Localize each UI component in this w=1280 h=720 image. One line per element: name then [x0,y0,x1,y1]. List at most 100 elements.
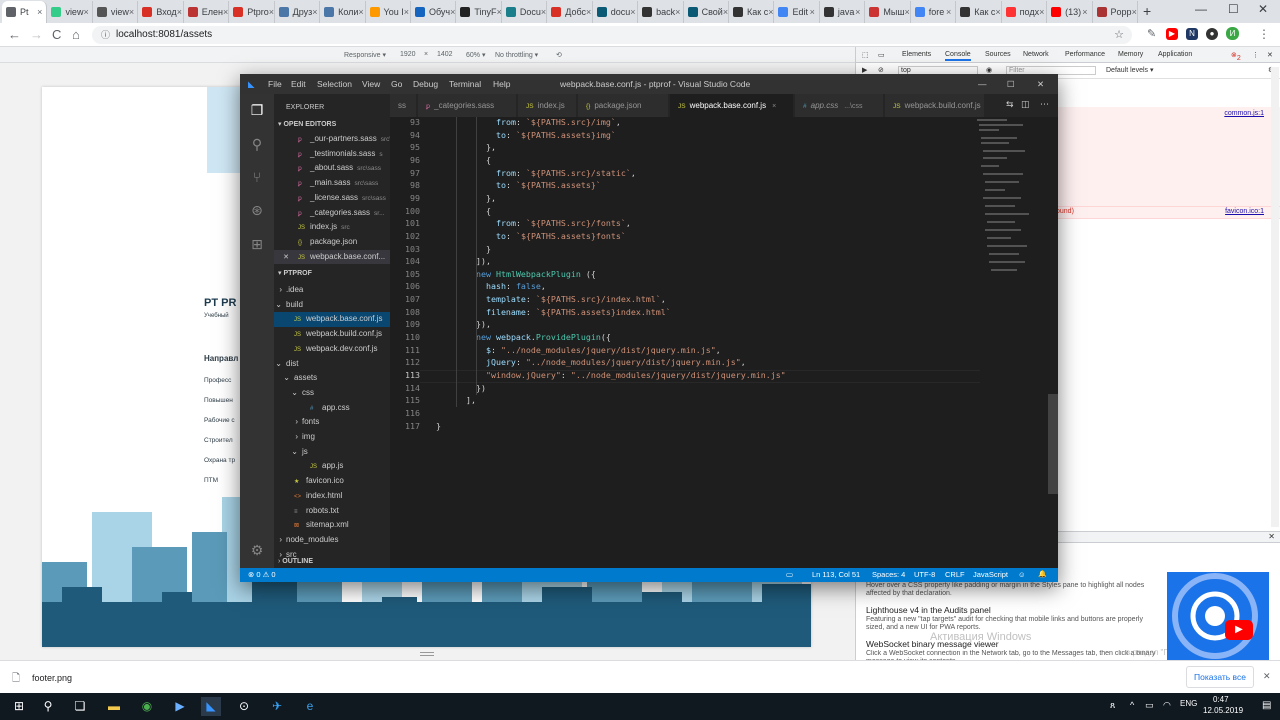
editor-tab[interactable]: JS webpack.base.conf.js × [670,94,794,117]
browser-tab[interactable]: Как с × [729,1,775,23]
bookmark-star-icon[interactable]: ☆ [1114,26,1124,44]
log-levels-select[interactable]: Default levels ▾ [1106,66,1153,74]
tree-item[interactable]: › node_modules [274,533,390,548]
tab-close-icon[interactable]: × [905,7,910,17]
window-close-button[interactable]: ✕ [1258,2,1268,16]
vscode-minimize-button[interactable]: — [978,79,987,89]
tree-item[interactable]: ≡ robots.txt [274,504,390,519]
project-header[interactable]: ▾ PTPROF [274,266,390,281]
tab-close-icon[interactable]: × [37,7,42,17]
menu-file[interactable]: File [268,79,282,89]
code-line[interactable]: { [436,206,491,216]
browser-tab[interactable]: Pt × [2,1,48,23]
code-line[interactable]: $: "../node_modules/jquery/dist/jquery.m… [436,345,721,355]
code-line[interactable]: ]), [436,256,491,266]
tab-close-icon[interactable]: × [541,7,546,17]
manage-gear-icon[interactable]: ⚙ [247,540,267,560]
back-button[interactable]: ← [8,27,21,42]
forward-button[interactable]: → [30,27,43,42]
tree-item[interactable]: ⌄ css [274,386,390,401]
tree-item[interactable]: # app.css [274,401,390,416]
tab-close-icon[interactable]: × [223,7,228,17]
indentation[interactable]: Spaces: 4 [872,570,905,579]
editor-scrollbar[interactable] [1048,394,1058,494]
code-line[interactable]: }), [436,319,491,329]
tree-item[interactable]: JS webpack.build.conf.js [274,327,390,342]
tree-item[interactable]: ⌄ build [274,298,390,313]
youtube-play-icon[interactable]: ▶ [1225,620,1253,640]
tab-close-icon[interactable]: × [269,7,274,17]
line-ending[interactable]: CRLF [945,570,965,579]
browser-tab[interactable]: Мыш × [865,1,911,23]
settings-icon[interactable]: ⋮ [1252,51,1259,59]
tray-up-icon[interactable]: ^ [1130,700,1134,710]
open-editors-header[interactable]: ▾ OPEN EDITORS [274,117,390,132]
eye-icon[interactable]: ◉ [986,66,992,74]
browser-tab[interactable]: back × [638,1,684,23]
code-line[interactable]: to: `${PATHS.assets}fonts` [436,231,626,241]
browser-tab[interactable]: Обуч × [411,1,457,23]
device-mode-select[interactable]: Responsive ▾ [344,51,386,59]
open-editor-item[interactable]: JS index.js src [274,220,390,235]
browser-tab[interactable]: Как с × [956,1,1002,23]
window-minimize-button[interactable]: — [1195,2,1207,16]
youtube-extension-icon[interactable]: ▶ [1166,28,1178,40]
more-actions-icon[interactable]: ⋯ [1040,99,1049,110]
device-width-input[interactable]: 1920 [400,51,416,58]
tree-item[interactable]: ★ favicon.ico [274,474,390,489]
code-editor[interactable]: 93 from: `${PATHS.src}/img`, 94 to: `${PA… [390,117,1058,568]
editor-tab[interactable]: {} package.json [578,94,669,117]
avatar[interactable]: И [1226,27,1239,40]
devtools-tab-application[interactable]: Application [1158,51,1192,58]
n-extension-icon[interactable]: N [1186,28,1198,40]
open-editor-item[interactable]: {} package.json [274,235,390,250]
tree-item[interactable]: › img [274,430,390,445]
encoding[interactable]: UTF-8 [914,570,935,579]
browser-tab[interactable]: view × [93,1,139,23]
menu-selection[interactable]: Selection [317,79,352,89]
code-line[interactable]: } [436,421,441,431]
notifications-icon[interactable]: ▤ [1262,700,1271,711]
clear-console-icon[interactable]: ⊘ [878,66,884,74]
eyedropper-icon[interactable]: ✎ [1147,27,1156,40]
cursor-position[interactable]: Ln 113, Col 51 [812,570,860,579]
devtools-tab-memory[interactable]: Memory [1118,51,1143,58]
tab-close-icon[interactable]: × [630,7,635,17]
error-badge[interactable]: ⊗ 2 [1231,51,1241,62]
device-height-input[interactable]: 1402 [437,51,453,58]
tab-close-icon[interactable]: × [312,7,317,17]
open-editor-item[interactable]: ꝑ _license.sass src\sass [274,191,390,206]
keyboard-language[interactable]: ENG [1180,699,1197,708]
close-drawer-icon[interactable]: ✕ [1268,532,1275,541]
tree-item[interactable]: JS webpack.base.conf.js [274,312,390,328]
tab-close-icon[interactable]: × [723,7,728,17]
task-view-icon[interactable]: ❏ [70,697,90,716]
wifi-icon[interactable]: ◠ [1163,700,1171,711]
clock-date[interactable]: 12.05.2019 [1203,706,1243,715]
tab-close-icon[interactable]: × [1039,7,1044,17]
site-nav-item[interactable]: Професс [204,377,231,384]
minimap[interactable] [975,117,1033,277]
open-editor-item[interactable]: ꝑ _our-partners.sasssrc\ [274,132,390,147]
browser-tab[interactable]: fore × [911,1,957,23]
open-editor-item[interactable]: ✕ JS webpack.base.conf... [274,249,390,265]
battery-icon[interactable]: ▭ [1145,700,1154,711]
editor-tab[interactable]: ss [390,94,417,117]
sidebar-toggle-icon[interactable]: ▶ [862,66,867,74]
reload-button[interactable]: C [52,27,61,42]
browser-tab[interactable]: Добс × [547,1,593,23]
code-line[interactable]: to: `${PATHS.assets}` [436,180,601,190]
devtools-tab-performance[interactable]: Performance [1065,51,1105,58]
browser-tab[interactable]: docu × [593,1,639,23]
close-download-bar-button[interactable]: ✕ [1263,671,1271,682]
tree-item[interactable]: › .idea [274,283,390,298]
window-maximize-button[interactable]: ☐ [1228,2,1239,16]
close-devtools-icon[interactable]: ✕ [1267,51,1273,59]
open-editor-item[interactable]: ꝑ _categories.sass sr... [274,206,390,221]
editor-tab[interactable]: # app.css ...\css [795,94,884,117]
browser-tab[interactable]: Docu × [502,1,548,23]
search-icon[interactable]: ⚲ [38,697,58,716]
editor-tab[interactable]: ꝑ _categories.sass [418,94,517,117]
console-scrollbar[interactable] [1271,67,1279,527]
tab-close-icon[interactable]: × [586,7,591,17]
